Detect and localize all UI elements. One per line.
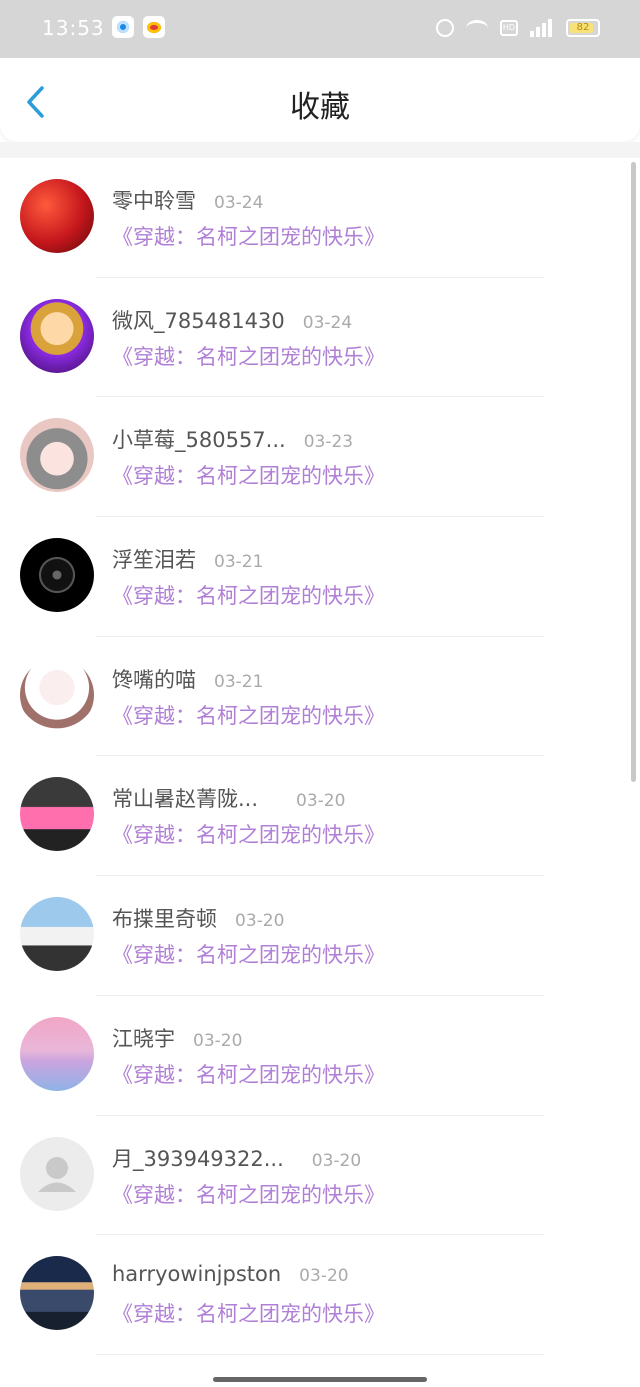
avatar[interactable] bbox=[20, 538, 94, 613]
avatar[interactable] bbox=[20, 1016, 94, 1091]
avatar[interactable] bbox=[20, 657, 94, 732]
user-name[interactable]: 小草莓_580557... bbox=[112, 424, 286, 454]
book-title-link[interactable]: 《穿越：名柯之团宠的快乐》 bbox=[112, 819, 385, 849]
list-item[interactable]: 江晓宇 03-20 《穿越：名柯之团宠的快乐》 bbox=[0, 996, 640, 1116]
avatar[interactable] bbox=[20, 777, 94, 852]
page-title: 收藏 bbox=[290, 90, 350, 125]
book-title-link[interactable]: 《穿越：名柯之团宠的快乐》 bbox=[112, 341, 385, 371]
signal-icon bbox=[530, 19, 554, 37]
status-bar: 13:53 HD 82 bbox=[0, 0, 640, 58]
battery-icon: 82 bbox=[566, 19, 600, 37]
date-label: 03-21 bbox=[214, 552, 264, 573]
book-title-link[interactable]: 《穿越：名柯之团宠的快乐》 bbox=[112, 580, 385, 610]
avatar[interactable] bbox=[20, 1136, 94, 1211]
book-title-link[interactable]: 《穿越：名柯之团宠的快乐》 bbox=[112, 1179, 385, 1209]
battery-level: 82 bbox=[576, 22, 590, 33]
list-item[interactable]: 馋嘴的喵 03-21 《穿越：名柯之团宠的快乐》 bbox=[0, 637, 640, 757]
avatar[interactable] bbox=[20, 1256, 94, 1331]
avatar[interactable] bbox=[20, 179, 94, 253]
book-title-link[interactable]: 《穿越：名柯之团宠的快乐》 bbox=[112, 939, 385, 969]
date-label: 03-20 bbox=[235, 911, 285, 932]
list-item[interactable]: 浮笙泪若 03-21 《穿越：名柯之团宠的快乐》 bbox=[0, 517, 640, 637]
book-title-link[interactable]: 《穿越：名柯之团宠的快乐》 bbox=[112, 460, 385, 490]
status-time: 13:53 bbox=[42, 16, 105, 40]
list-item[interactable]: 小草莓_580557... 03-23 《穿越：名柯之团宠的快乐》 bbox=[0, 397, 640, 518]
date-label: 03-24 bbox=[302, 312, 353, 333]
favorites-list: 零中聆雪 03-24 《穿越：名柯之团宠的快乐》 微风_785481430 03-2… bbox=[0, 158, 640, 1387]
user-name[interactable]: 江晓宇 bbox=[112, 1023, 175, 1053]
avatar[interactable] bbox=[20, 418, 94, 493]
avatar[interactable] bbox=[20, 897, 94, 972]
book-title-link[interactable]: 《穿越：名柯之团宠的快乐》 bbox=[112, 700, 385, 730]
app-notification-icon bbox=[112, 16, 134, 38]
list-item[interactable]: 微风_785481430 03-24 《穿越：名柯之团宠的快乐》 bbox=[0, 278, 640, 398]
hd-icon: HD bbox=[500, 20, 518, 36]
user-name[interactable]: 月_393949322... bbox=[112, 1143, 284, 1173]
user-name[interactable]: harryowinjpston bbox=[112, 1262, 281, 1286]
weibo-notification-icon bbox=[143, 16, 165, 38]
date-label: 03-21 bbox=[214, 671, 264, 692]
home-indicator[interactable] bbox=[213, 1377, 427, 1382]
date-label: 03-24 bbox=[214, 193, 264, 213]
date-label: 03-20 bbox=[296, 791, 346, 812]
avatar[interactable] bbox=[20, 298, 94, 373]
user-name[interactable]: 布揲里奇顿 bbox=[112, 903, 217, 933]
list-item[interactable]: 零中聆雪 03-24 《穿越：名柯之团宠的快乐》 bbox=[0, 158, 640, 278]
wifi-icon bbox=[466, 20, 488, 36]
date-label: 03-20 bbox=[193, 1030, 243, 1051]
alarm-icon bbox=[436, 19, 454, 37]
user-name[interactable]: 常山暑赵菁陇... bbox=[112, 783, 258, 813]
user-name[interactable]: 浮笙泪若 bbox=[112, 544, 196, 574]
list-item[interactable]: 布揲里奇顿 03-20 《穿越：名柯之团宠的快乐》 bbox=[0, 876, 640, 996]
header: 收藏 bbox=[0, 58, 640, 142]
date-label: 03-23 bbox=[303, 432, 354, 453]
default-user-icon bbox=[38, 1156, 76, 1192]
user-name[interactable]: 微风_785481430 bbox=[112, 305, 285, 335]
date-label: 03-20 bbox=[311, 1150, 362, 1171]
user-name[interactable]: 馋嘴的喵 bbox=[112, 664, 196, 694]
book-title-link[interactable]: 《穿越：名柯之团宠的快乐》 bbox=[112, 1298, 385, 1328]
date-label: 03-20 bbox=[299, 1266, 349, 1287]
list-item[interactable]: 月_393949322... 03-20 《穿越：名柯之团宠的快乐》 bbox=[0, 1116, 640, 1236]
list-item[interactable]: harryowinjpston 03-20 《穿越：名柯之团宠的快乐》 bbox=[0, 1235, 640, 1355]
list-item[interactable]: 常山暑赵菁陇... 03-20 《穿越：名柯之团宠的快乐》 bbox=[0, 756, 640, 877]
divider bbox=[96, 1353, 544, 1355]
book-title-link[interactable]: 《穿越：名柯之团宠的快乐》 bbox=[112, 221, 385, 251]
book-title-link[interactable]: 《穿越：名柯之团宠的快乐》 bbox=[112, 1059, 385, 1089]
header-gap bbox=[0, 142, 640, 158]
user-name[interactable]: 零中聆雪 bbox=[112, 185, 196, 215]
scrollbar[interactable] bbox=[631, 162, 636, 782]
